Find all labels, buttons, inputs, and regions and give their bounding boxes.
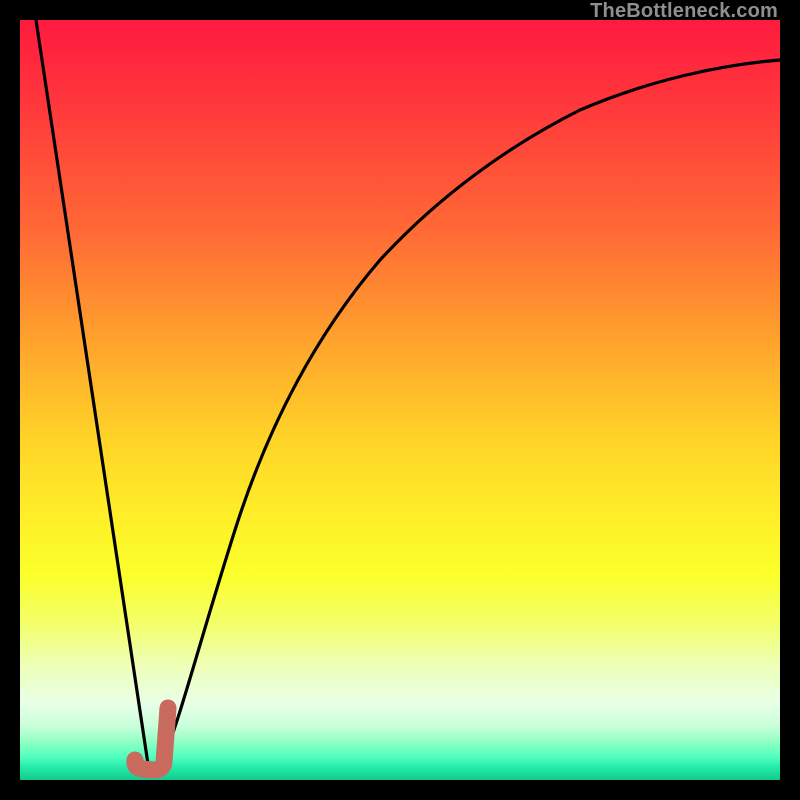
curve-svg (20, 20, 780, 780)
bottleneck-curve (36, 20, 780, 765)
marker-j (135, 708, 168, 770)
outer-frame: TheBottleneck.com (0, 0, 800, 800)
plot-area (20, 20, 780, 780)
